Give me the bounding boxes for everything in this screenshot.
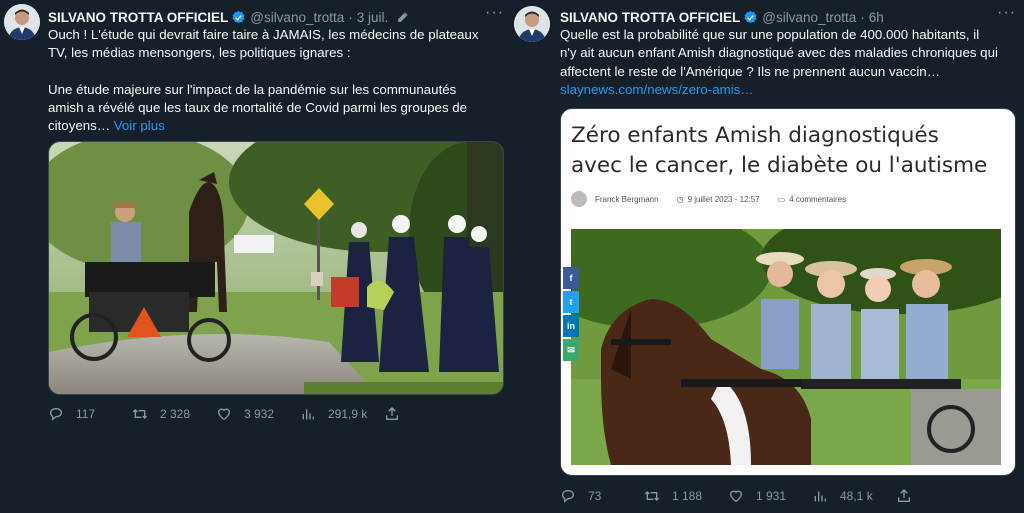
text-line: Ouch ! L'étude qui devrait faire taire à… bbox=[48, 27, 479, 42]
verified-badge-icon bbox=[744, 10, 757, 23]
tweet-2[interactable]: SILVANO TROTTA OFFICIEL @silvano_trotta … bbox=[512, 0, 1024, 513]
photo-amish-children bbox=[571, 229, 1001, 465]
share-icon bbox=[386, 407, 398, 420]
tweet-text: Quelle est la probabilité que sur une po… bbox=[560, 26, 1014, 99]
tweet-1[interactable]: SILVANO TROTTA OFFICIEL @silvano_trotta … bbox=[0, 0, 512, 513]
article-comments: 4 commentaires bbox=[789, 194, 847, 204]
article-author-avatar bbox=[571, 191, 587, 207]
show-more-link[interactable]: Voir plus bbox=[114, 118, 165, 133]
views-button[interactable]: 291,9 k bbox=[300, 406, 384, 422]
article-date: 9 juillet 2023 - 12:57 bbox=[687, 194, 760, 204]
like-count: 3 932 bbox=[244, 407, 275, 421]
text-last-line: citoyens… bbox=[48, 118, 111, 134]
like-button[interactable]: 1 931 bbox=[728, 488, 812, 504]
tweet-actions: 73 1 188 1 931 48,1 k bbox=[560, 486, 944, 506]
comment-icon: ▭ bbox=[777, 194, 786, 204]
article-title: Zéro enfants Amish diagnostiqués avec le… bbox=[571, 121, 1005, 181]
tweet-photo-amish-buggy[interactable] bbox=[48, 141, 504, 395]
author-avatar[interactable] bbox=[514, 6, 550, 42]
reply-count: 117 bbox=[76, 407, 96, 421]
facebook-share-button[interactable]: f bbox=[563, 267, 579, 289]
text-line: TV, les médias mensongers, les politique… bbox=[48, 45, 351, 61]
text-line: affectent le reste de l'Amérique ? Ils n… bbox=[560, 63, 941, 79]
retweet-button[interactable]: 2 328 bbox=[132, 406, 216, 422]
verified-badge-icon bbox=[232, 10, 245, 23]
views-icon bbox=[302, 409, 314, 420]
email-share-button[interactable]: ✉ bbox=[563, 339, 579, 361]
article-title-line: Zéro enfants Amish diagnostiqués bbox=[571, 123, 939, 148]
reply-button[interactable]: 117 bbox=[48, 406, 132, 422]
clock-icon: ◷ bbox=[676, 194, 684, 204]
reply-icon bbox=[562, 490, 574, 503]
like-button[interactable]: 3 932 bbox=[216, 406, 300, 422]
author-name[interactable]: SILVANO TROTTA OFFICIEL bbox=[48, 10, 228, 25]
edit-icon[interactable] bbox=[396, 11, 409, 24]
text-line: citoyens… Voir plus bbox=[48, 117, 498, 135]
tweet-time[interactable]: 6h bbox=[869, 10, 884, 25]
retweet-icon bbox=[644, 491, 660, 501]
author-handle[interactable]: @silvano_trotta bbox=[762, 10, 856, 25]
tweet-time[interactable]: 3 juil. bbox=[357, 10, 389, 25]
tweet-header: SILVANO TROTTA OFFICIEL @silvano_trotta … bbox=[560, 8, 1014, 26]
article-card[interactable]: Zéro enfants Amish diagnostiqués avec le… bbox=[560, 108, 1016, 476]
article-meta: Franck Bergmann ◷ 9 juillet 2023 - 12:57… bbox=[571, 191, 864, 207]
like-count: 1 931 bbox=[756, 489, 787, 503]
like-icon bbox=[217, 408, 231, 421]
reply-icon bbox=[50, 408, 62, 421]
share-icon bbox=[898, 489, 910, 502]
photo-amish-buggy bbox=[49, 142, 503, 394]
retweet-button[interactable]: 1 188 bbox=[644, 488, 728, 504]
more-icon[interactable]: ··· bbox=[997, 4, 1016, 22]
views-icon bbox=[814, 491, 826, 502]
text-line: n'y ait aucun enfant Amish diagnostiqué … bbox=[560, 45, 998, 61]
text-blank-line bbox=[48, 63, 498, 81]
more-icon[interactable]: ··· bbox=[485, 4, 504, 22]
author-handle[interactable]: @silvano_trotta bbox=[250, 10, 344, 25]
separator-dot: · bbox=[348, 9, 353, 25]
share-button[interactable] bbox=[896, 488, 926, 504]
views-button[interactable]: 48,1 k bbox=[812, 488, 896, 504]
tweet-text: Ouch ! L'étude qui devrait faire taire à… bbox=[48, 26, 498, 136]
share-button[interactable] bbox=[384, 406, 414, 422]
twitter-share-button[interactable]: t bbox=[563, 291, 579, 313]
tweet-header: SILVANO TROTTA OFFICIEL @silvano_trotta … bbox=[48, 8, 502, 26]
text-line: amish a révélé que les taux de mortalité… bbox=[48, 100, 468, 116]
reply-count: 73 bbox=[588, 489, 602, 503]
article-title-line: avec le cancer, le diabète ou l'autisme bbox=[571, 153, 988, 178]
reply-button[interactable]: 73 bbox=[560, 488, 644, 504]
author-avatar[interactable] bbox=[4, 4, 40, 40]
retweet-count: 2 328 bbox=[160, 407, 191, 421]
author-name[interactable]: SILVANO TROTTA OFFICIEL bbox=[560, 10, 740, 25]
article-link[interactable]: slaynews.com/news/zero-amis… bbox=[560, 81, 1014, 99]
social-share-bar: f t in ✉ bbox=[563, 267, 579, 363]
like-icon bbox=[729, 490, 743, 503]
article-author: Franck Bergmann bbox=[595, 194, 659, 204]
linkedin-share-button[interactable]: in bbox=[563, 315, 579, 337]
view-count: 291,9 k bbox=[328, 407, 368, 421]
separator-dot: · bbox=[860, 9, 865, 25]
text-line: Quelle est la probabilité que sur une po… bbox=[560, 27, 980, 42]
view-count: 48,1 k bbox=[840, 489, 873, 503]
tweet-actions: 117 2 328 3 932 291,9 k bbox=[48, 404, 432, 424]
retweet-count: 1 188 bbox=[672, 489, 703, 503]
text-line: Une étude majeure sur l'impact de la pan… bbox=[48, 81, 457, 97]
retweet-icon bbox=[132, 409, 148, 419]
